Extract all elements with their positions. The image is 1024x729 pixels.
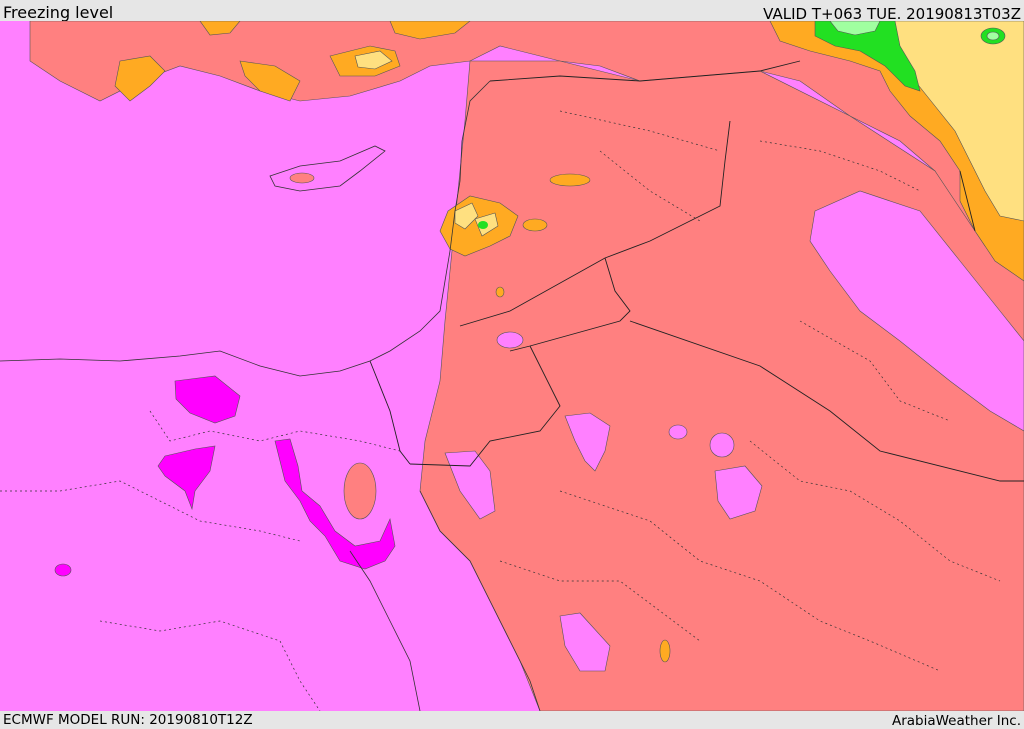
footer-bar: ECMWF MODEL RUN: 20190810T12Z ArabiaWeat… [0,711,1024,729]
magenta-blob-4 [668,424,688,440]
freezing-level-map [0,21,1024,711]
title-bar: Freezing level VALID T+063 TUE. 20190813… [0,0,1024,23]
model-run: ECMWF MODEL RUN: 20190810T12Z [3,712,253,728]
map-title: Freezing level [3,3,114,22]
orange-spot-hejaz [659,639,671,663]
credit: ArabiaWeather Inc. [891,713,1021,729]
orange-spot-syria [549,173,591,187]
light-green-spot-iran [986,31,1000,41]
magenta-blob-3 [709,432,735,458]
orange-spot-jordan [495,286,505,298]
magenta-blob-7 [496,331,524,349]
salmon-spot-cyprus [289,172,315,184]
dark-magenta-spot [54,563,72,577]
salmon-spot-sinai [343,462,377,520]
orange-spot-syria-2 [522,218,548,232]
green-spot-lebanon [478,221,488,229]
